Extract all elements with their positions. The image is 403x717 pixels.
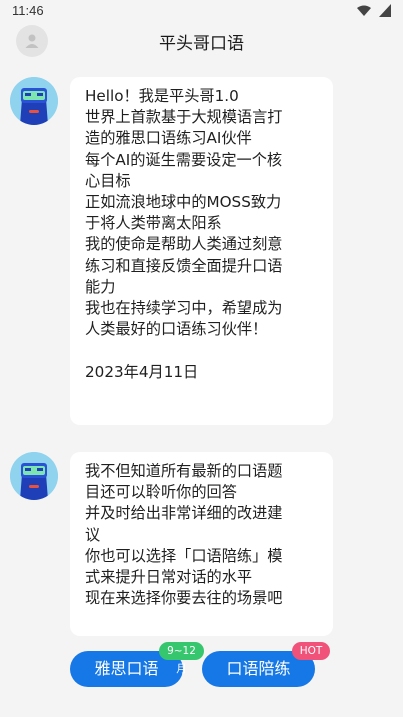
message-line: 练习和直接反馈全面提升口语 [85,256,283,275]
message-line: 你也可以选择「口语陪练」模 [85,546,283,565]
message-line: 造的雅思口语练习AI伙伴 [85,129,252,148]
message-line: Hello！我是平头哥1.0 [85,87,239,105]
message-line: 目还可以聆听你的回答 [85,483,237,502]
assistant-avatar [10,77,58,125]
message-line: 式来提升日常对话的水平 [85,568,253,587]
message-line: 世界上首款基于大规模语言打 [85,108,283,127]
app-header: 平头哥口语 [0,24,403,58]
message-line: 并及时给出非常详细的改进建 [85,504,283,523]
status-time: 11:46 [12,3,44,18]
message-line [85,340,325,361]
message-line: 能力 [85,277,116,296]
message-date: 2023年4月11日 [85,362,199,381]
season-badge: 9~12月 [159,642,204,675]
chat-bubble-guide: 我不但知道所有最新的口语题 目还可以聆听你的回答 并及时给出非常详细的改进建 议… [70,452,333,636]
status-icons [357,4,391,17]
hot-badge: HOT [292,642,330,660]
message-line: 我不但知道所有最新的口语题 [85,462,283,480]
robot-icon [10,77,58,125]
signal-icon [379,4,391,17]
message-line: 我的使命是帮助人类通过刻意 [85,235,283,254]
chat-bubble-intro: Hello！我是平头哥1.0 世界上首款基于大规模语言打 造的雅思口语练习AI伙… [70,77,333,425]
page-title: 平头哥口语 [159,34,244,54]
message-line: 正如流浪地球中的MOSS致力 [85,193,282,212]
robot-icon [10,452,58,500]
message-line: 议 [85,525,101,544]
message-line: 人类最好的口语练习伙伴！ [85,320,268,339]
message-line: 现在来选择你要去往的场景吧 [85,589,283,608]
message-line: 每个AI的诞生需要设定一个核 [85,150,283,169]
assistant-avatar [10,452,58,500]
message-line: 我也在持续学习中，希望成为 [85,299,283,318]
wifi-icon [357,5,371,16]
status-bar: 11:46 [0,0,403,24]
message-line: 于将人类带离太阳系 [85,214,222,233]
message-line: 心目标 [85,171,131,190]
